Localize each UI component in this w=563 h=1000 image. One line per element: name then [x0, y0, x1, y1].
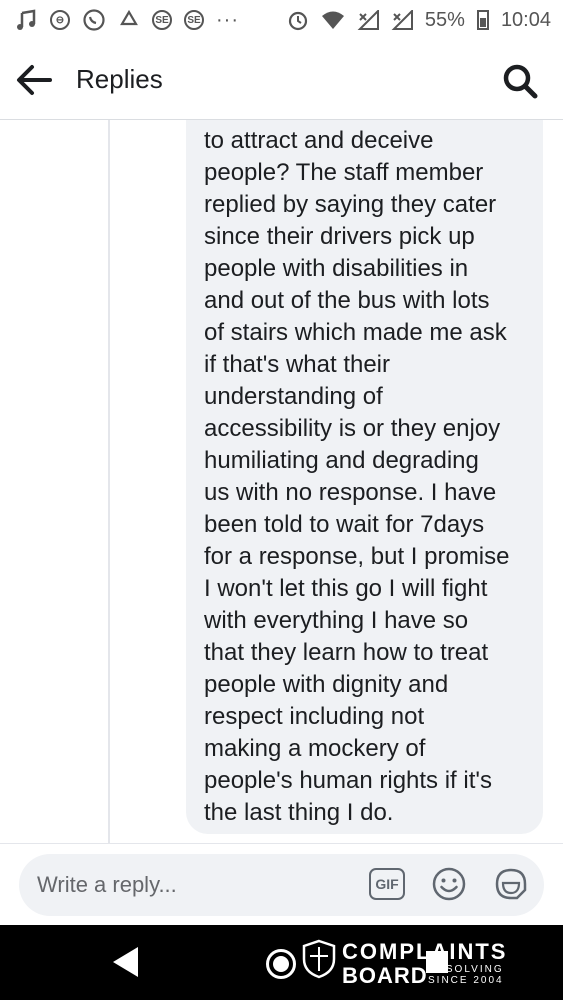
- recycle-icon: [118, 9, 140, 31]
- nav-recents-button[interactable]: [426, 951, 448, 973]
- blocked-call-icon: ⊖: [50, 10, 70, 30]
- sticker-icon: [495, 868, 527, 900]
- sticker-button[interactable]: [493, 866, 529, 902]
- system-nav-bar: COMPLAINTS BOARD RESOLVING SINCE 2004: [0, 925, 563, 1000]
- arrow-left-icon: [17, 65, 52, 95]
- page-title: Replies: [76, 64, 163, 94]
- search-button[interactable]: [501, 62, 539, 100]
- smiley-icon: [432, 867, 466, 901]
- status-right: 55% 10:04: [287, 9, 551, 32]
- reply-text: to attract and deceive people? The staff…: [204, 127, 510, 826]
- emoji-button[interactable]: [431, 866, 467, 902]
- watermark-title: COMPLAINTS: [342, 939, 508, 964]
- se-icon: SE: [184, 10, 204, 30]
- watermark: COMPLAINTS BOARD RESOLVING SINCE 2004: [302, 933, 522, 993]
- status-bar: ⊖ SE SE ··· 55% 10:04: [0, 0, 563, 40]
- watermark-subtitle: BOARD: [342, 963, 428, 988]
- shield-logo-icon: [302, 939, 336, 979]
- reply-composer: GIF: [19, 854, 544, 916]
- status-left: ⊖ SE SE ···: [16, 8, 239, 32]
- reply-bubble: to attract and deceive people? The staff…: [186, 120, 543, 834]
- se-icon: SE: [152, 10, 172, 30]
- signal-icon: [357, 10, 379, 30]
- search-icon: [503, 64, 538, 99]
- music-note-icon: [16, 9, 38, 31]
- back-button[interactable]: [14, 60, 58, 100]
- thread-line: [108, 120, 110, 844]
- signal-icon: [391, 10, 413, 30]
- nav-home-button[interactable]: [266, 949, 296, 979]
- triangle-back-icon: [113, 947, 138, 977]
- divider: [0, 843, 563, 844]
- whatsapp-icon: [82, 8, 106, 32]
- status-time: 10:04: [500, 8, 551, 31]
- battery-percent: 55%: [424, 8, 465, 31]
- header: Replies: [0, 40, 563, 120]
- battery-icon: [476, 10, 489, 30]
- reply-input[interactable]: [37, 868, 337, 902]
- alarm-icon: [287, 9, 309, 31]
- wifi-icon: [321, 10, 345, 30]
- gif-button[interactable]: GIF: [369, 868, 405, 900]
- more-dots-icon: ···: [216, 8, 239, 31]
- nav-back-button[interactable]: [110, 945, 140, 979]
